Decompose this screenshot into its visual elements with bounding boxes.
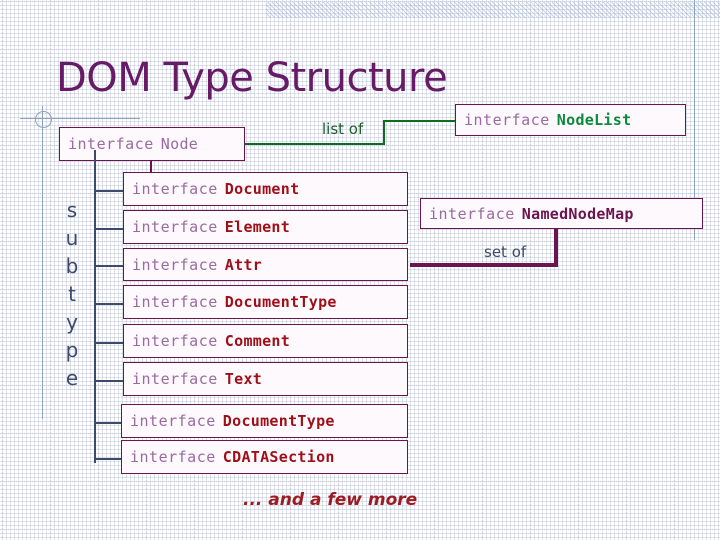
interface-keyword: interface	[132, 370, 218, 388]
interface-keyword: interface	[132, 218, 218, 236]
subtype-connector-stub	[96, 342, 123, 344]
interface-name-comment: Comment	[224, 332, 291, 350]
edge-set-of-segment-v	[554, 228, 558, 267]
interface-box-element[interactable]: interface Element	[123, 210, 408, 244]
interface-name-text: Text	[224, 370, 263, 388]
guide-anchor-circle-icon	[35, 111, 52, 128]
subtype-connector-stub	[96, 190, 123, 192]
subtype-connector-stub	[96, 380, 123, 382]
interface-box-documenttype[interactable]: interface DocumentType	[123, 285, 408, 319]
interface-keyword: interface	[132, 180, 218, 198]
subtype-letter: t	[68, 282, 76, 306]
top-ruler-band	[266, 2, 720, 18]
interface-keyword: interface	[464, 111, 550, 129]
subtype-letter: b	[65, 254, 79, 278]
guide-line-left	[42, 106, 43, 419]
interface-box-cdatasection[interactable]: interface CDATASection	[121, 440, 408, 474]
subtype-connector-stub	[96, 303, 123, 305]
edge-list-of-segment-h2	[383, 120, 456, 122]
subtype-letter: p	[65, 338, 79, 362]
interface-box-documenttype[interactable]: interface DocumentType	[121, 404, 408, 438]
edge-list-of-segment-h1	[245, 143, 385, 145]
subtype-connector-stub	[96, 228, 123, 230]
subtype-connector-stub	[96, 422, 121, 424]
interface-name-documenttype: DocumentType	[224, 293, 337, 311]
interface-keyword: interface	[132, 255, 218, 274]
subtype-letter: s	[66, 198, 78, 222]
interface-keyword: interface	[429, 204, 515, 223]
edge-label-set-of: set of	[484, 243, 527, 261]
interface-box-document[interactable]: interface Document	[123, 172, 408, 206]
interface-name-node: Node	[160, 135, 199, 153]
footnote-and-a-few-more: ... and a few more	[243, 490, 418, 510]
interface-keyword: interface	[130, 448, 216, 466]
interface-box-nodelist[interactable]: interface NodeList	[455, 104, 686, 136]
interface-box-node[interactable]: interface Node	[59, 127, 245, 161]
interface-keyword: interface	[68, 135, 154, 153]
subtype-connector-stub	[96, 265, 123, 267]
slide-canvas: DOM Type Structure interface Node list o…	[0, 0, 720, 540]
interface-name-nodelist: NodeList	[556, 111, 632, 129]
interface-name-cdatasection: CDATASection	[222, 448, 335, 466]
subtype-letter: e	[65, 366, 79, 390]
interface-name-document: Document	[224, 180, 300, 198]
subtype-tree-trunk	[94, 150, 96, 463]
interface-box-text[interactable]: interface Text	[123, 362, 408, 396]
subtype-letter: y	[66, 310, 78, 334]
subtype-vertical-label: subtype	[60, 196, 84, 392]
interface-name-attr: Attr	[224, 255, 263, 274]
interface-keyword: interface	[130, 412, 216, 430]
subtype-letter: u	[65, 226, 79, 250]
interface-box-attr[interactable]: interface Attr	[123, 248, 408, 281]
page-title: DOM Type Structure	[56, 55, 448, 101]
subtype-connector-stub	[96, 458, 121, 460]
interface-keyword: interface	[132, 332, 218, 350]
interface-name-element: Element	[224, 218, 291, 236]
interface-keyword: interface	[132, 293, 218, 311]
interface-box-comment[interactable]: interface Comment	[123, 324, 408, 358]
guide-line-horizontal	[20, 118, 140, 119]
edge-label-list-of: list of	[322, 120, 364, 138]
edge-list-of-segment-v	[383, 120, 385, 145]
interface-box-namednodemap[interactable]: interface NamedNodeMap	[420, 198, 703, 229]
interface-name-namednodemap: NamedNodeMap	[521, 204, 634, 223]
interface-name-documenttype: DocumentType	[222, 412, 335, 430]
edge-set-of-segment-h	[410, 263, 558, 267]
